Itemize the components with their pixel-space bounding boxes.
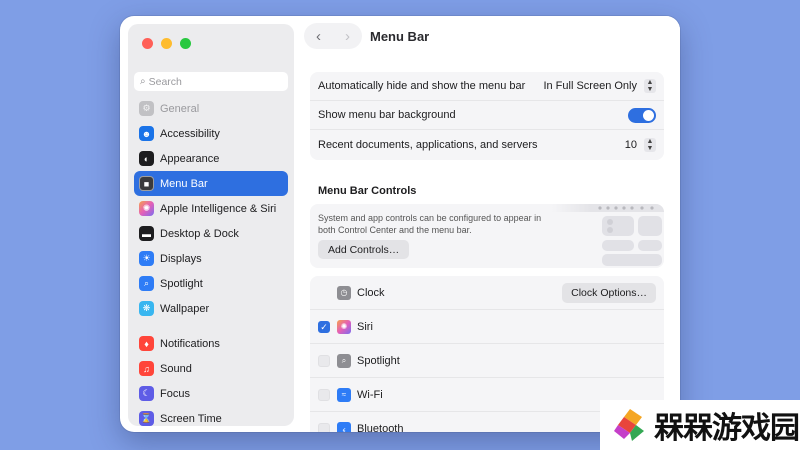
- main-pane: ‹ › Menu Bar Automatically hide and show…: [302, 16, 680, 432]
- sidebar-item-label: Spotlight: [160, 277, 203, 290]
- sidebar-divider: [134, 321, 288, 331]
- recent-row: Recent documents, applications, and serv…: [310, 130, 664, 159]
- sidebar-nav: ⚙ General ☻ Accessibility ◐ Appearance ■…: [134, 96, 288, 426]
- control-center-illustration: [552, 204, 664, 268]
- sidebar-item-notifications[interactable]: ♦ Notifications: [134, 331, 288, 356]
- sidebar-item-label: Focus: [160, 387, 190, 400]
- control-label: Wi-Fi: [357, 388, 383, 401]
- recent-value: 10: [624, 138, 637, 151]
- wifi-checkbox[interactable]: [318, 388, 330, 401]
- chevron-updown-icon: ▲ ▼: [644, 79, 656, 93]
- sidebar-item-label: Desktop & Dock: [160, 227, 239, 240]
- clock-icon: ◷: [337, 285, 351, 300]
- sidebar-item-apple-intelligence[interactable]: ✺ Apple Intelligence & Siri: [134, 196, 288, 221]
- bell-icon: ♦: [139, 336, 154, 351]
- autohide-label: Automatically hide and show the menu bar: [318, 80, 526, 92]
- wallpaper-icon: ❋: [139, 301, 154, 316]
- sidebar-item-accessibility[interactable]: ☻ Accessibility: [134, 121, 288, 146]
- background-toggle[interactable]: [628, 107, 656, 123]
- sidebar: ⌕ Search ⚙ General ☻ Accessibility ◐ App…: [128, 24, 294, 426]
- sidebar-item-label: General: [160, 102, 200, 115]
- background-row: Show menu bar background: [310, 101, 664, 130]
- displays-icon: ☀: [139, 251, 154, 266]
- sidebar-item-displays[interactable]: ☀ Displays: [134, 246, 288, 271]
- control-label: Clock: [357, 286, 385, 299]
- sidebar-item-appearance[interactable]: ◐ Appearance: [134, 146, 288, 171]
- control-label: Spotlight: [357, 354, 400, 367]
- siri-checkbox[interactable]: ✓: [318, 320, 330, 333]
- settings-window: ⌕ Search ⚙ General ☻ Accessibility ◐ App…: [120, 16, 680, 432]
- control-label: Bluetooth: [357, 423, 404, 432]
- controls-description: System and app controls can be configure…: [318, 213, 542, 235]
- sidebar-item-label: Apple Intelligence & Siri: [160, 202, 277, 215]
- spotlight-checkbox[interactable]: [318, 354, 330, 367]
- sidebar-item-screen-time[interactable]: ⌛ Screen Time: [134, 406, 288, 426]
- controls-info-card: System and app controls can be configure…: [310, 204, 664, 268]
- watermark-text: 槑槑游戏园: [654, 411, 800, 446]
- siri-icon: ✺: [139, 201, 154, 216]
- search-input[interactable]: ⌕ Search: [134, 72, 288, 91]
- gear-icon: ⚙: [139, 101, 154, 116]
- menu-bar-settings-group: Automatically hide and show the menu bar…: [310, 72, 664, 160]
- sidebar-item-label: Screen Time: [160, 412, 222, 425]
- minimize-button[interactable]: [161, 38, 172, 49]
- autohide-value: In Full Screen Only: [543, 80, 637, 92]
- sidebar-item-sound[interactable]: ♫ Sound: [134, 356, 288, 381]
- sidebar-item-label: Notifications: [160, 337, 220, 350]
- bluetooth-icon: ࡘ: [337, 422, 351, 432]
- spotlight-icon: ⌕: [139, 276, 154, 291]
- watermark: 槑槑游戏园: [600, 400, 800, 450]
- watermark-logo-icon: [614, 409, 644, 441]
- hourglass-icon: ⌛: [139, 411, 154, 426]
- wifi-icon: ≈: [337, 387, 351, 402]
- sidebar-item-label: Menu Bar: [160, 177, 208, 190]
- moon-icon: ☾: [139, 386, 154, 401]
- sidebar-item-menu-bar[interactable]: ■ Menu Bar: [134, 171, 288, 196]
- toolbar: ‹ › Menu Bar: [302, 16, 680, 56]
- siri-icon: ✺: [337, 319, 351, 334]
- bluetooth-checkbox[interactable]: [318, 423, 330, 432]
- control-row-clock: ◷ Clock Clock Options…: [310, 276, 664, 310]
- sidebar-item-label: Sound: [160, 362, 192, 375]
- recent-popup[interactable]: 10 ▲ ▼: [624, 137, 656, 152]
- toggle-knob: [643, 109, 654, 121]
- close-button[interactable]: [142, 38, 153, 49]
- sidebar-item-wallpaper[interactable]: ❋ Wallpaper: [134, 296, 288, 321]
- control-label: Siri: [357, 320, 373, 333]
- control-row-spotlight: ⌕ Spotlight: [310, 344, 664, 378]
- search-icon: ⌕: [140, 76, 146, 87]
- window-controls: [142, 38, 191, 49]
- menubar-icon: ■: [139, 176, 154, 191]
- autohide-row: Automatically hide and show the menu bar…: [310, 72, 664, 101]
- accessibility-icon: ☻: [139, 126, 154, 141]
- page-title: Menu Bar: [370, 28, 430, 44]
- clock-options-button[interactable]: Clock Options…: [562, 283, 656, 303]
- add-controls-button[interactable]: Add Controls…: [318, 240, 410, 259]
- chevron-updown-icon: ▲ ▼: [644, 137, 656, 152]
- chevron-left-icon[interactable]: ‹: [316, 28, 321, 45]
- autohide-popup[interactable]: In Full Screen Only ▲ ▼: [543, 79, 656, 93]
- background-label: Show menu bar background: [318, 109, 456, 121]
- recent-label: Recent documents, applications, and serv…: [318, 138, 538, 151]
- sidebar-item-label: Accessibility: [160, 127, 220, 140]
- sidebar-item-label: Appearance: [160, 152, 220, 165]
- control-row-siri: ✓ ✺ Siri: [310, 310, 664, 344]
- dock-icon: ▬: [139, 226, 154, 241]
- sidebar-item-spotlight[interactable]: ⌕ Spotlight: [134, 271, 288, 296]
- navigation-buttons: ‹ ›: [304, 23, 362, 49]
- sidebar-item-label: Displays: [160, 252, 202, 265]
- speaker-icon: ♫: [139, 361, 154, 376]
- spotlight-icon: ⌕: [337, 353, 351, 368]
- zoom-button[interactable]: [180, 38, 191, 49]
- sidebar-item-desktop-dock[interactable]: ▬ Desktop & Dock: [134, 221, 288, 246]
- sidebar-item-focus[interactable]: ☾ Focus: [134, 381, 288, 406]
- appearance-icon: ◐: [139, 151, 154, 166]
- sidebar-item-general[interactable]: ⚙ General: [134, 96, 288, 121]
- chevron-right-icon[interactable]: ›: [345, 28, 350, 45]
- search-placeholder: Search: [148, 75, 182, 88]
- sidebar-item-label: Wallpaper: [160, 302, 210, 315]
- section-title: Menu Bar Controls: [318, 185, 417, 197]
